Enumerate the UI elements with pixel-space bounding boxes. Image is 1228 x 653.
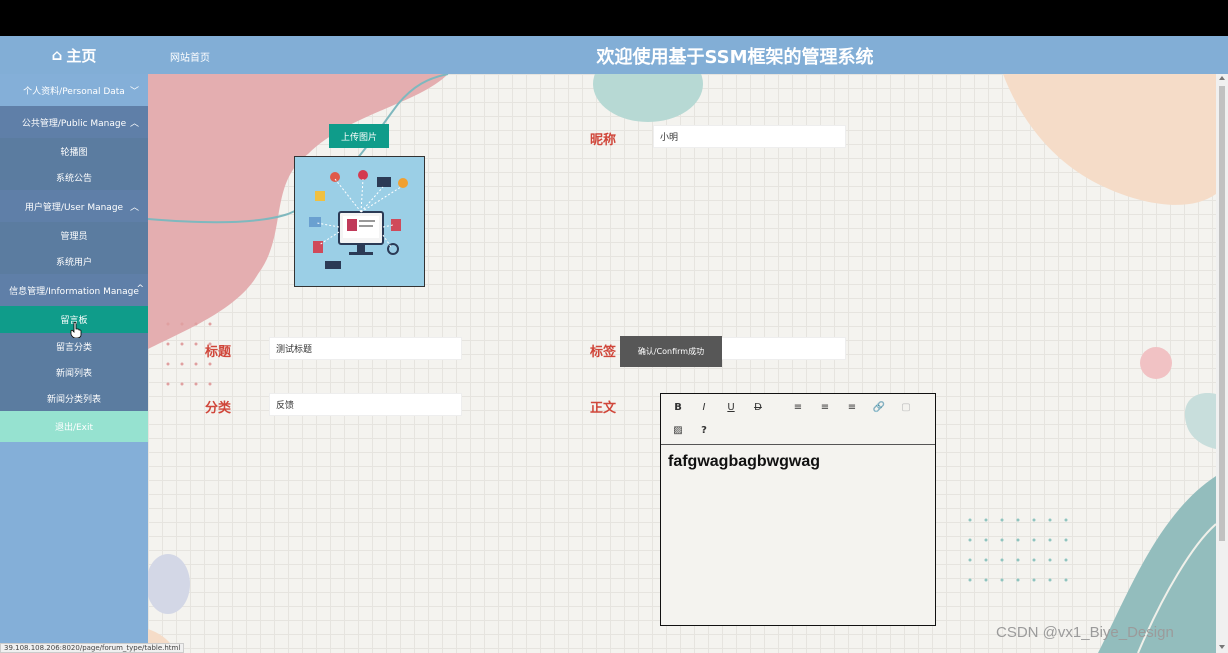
menu-label: 个人资料/Personal Data bbox=[23, 86, 125, 97]
page-scrollbar[interactable] bbox=[1216, 74, 1228, 653]
category-input[interactable]: 反馈 bbox=[269, 393, 462, 416]
top-header: ⌂ 主页 网站首页 欢迎使用基于SSM框架的管理系统 bbox=[0, 36, 1228, 74]
title-input[interactable]: 测试标题 bbox=[269, 337, 462, 360]
align-left-icon[interactable]: ≡ bbox=[791, 401, 805, 415]
chevron-up-icon: ︿ bbox=[129, 203, 139, 213]
sidebar-item-news-list[interactable]: 新闻列表 bbox=[0, 359, 148, 385]
site-home-link[interactable]: 网站首页 bbox=[170, 49, 210, 64]
sidebar-item-admin[interactable]: 管理员 bbox=[0, 222, 148, 248]
sidebar-item-carousel[interactable]: 轮播图 bbox=[0, 138, 148, 164]
home-label: 主页 bbox=[66, 46, 97, 65]
submenu-user: 管理员 系统用户 bbox=[0, 222, 148, 274]
menu-information-manage[interactable]: 信息管理/Information Manage ^ bbox=[0, 274, 148, 306]
chevron-up-icon: ^ bbox=[136, 284, 144, 294]
app-window: ⌂ 主页 网站首页 欢迎使用基于SSM框架的管理系统 个人资料/Personal… bbox=[0, 36, 1228, 653]
nickname-label: 昵称 bbox=[590, 133, 617, 148]
link-icon[interactable]: 🔗 bbox=[872, 401, 886, 415]
underline-button[interactable]: U bbox=[724, 401, 738, 415]
main-content: 上传图片 昵称 小明 标题 测试标题 标签 分类 反馈 正文 B I U D ≡… bbox=[148, 74, 1216, 653]
watermark: CSDN @vx1_Biye_Design bbox=[996, 624, 1174, 641]
chevron-down-icon: ﹀ bbox=[129, 87, 139, 97]
content-label: 正文 bbox=[590, 401, 617, 416]
success-toast: 确认/Confirm成功 bbox=[620, 336, 722, 367]
scroll-down-icon[interactable] bbox=[1219, 645, 1225, 649]
bold-button[interactable]: B bbox=[671, 401, 685, 415]
menu-label: 用户管理/User Manage bbox=[24, 202, 124, 213]
editor-toolbar: B I U D ≡ ≡ ≡ 🔗 ▢ ▨ ? bbox=[661, 394, 935, 445]
hand-cursor-icon bbox=[70, 322, 82, 338]
category-label: 分类 bbox=[205, 401, 232, 416]
sidebar-item-announcement[interactable]: 系统公告 bbox=[0, 164, 148, 190]
home-link[interactable]: ⌂ 主页 bbox=[0, 36, 148, 74]
sidebar-item-news-category-list[interactable]: 新闻分类列表 bbox=[0, 385, 148, 411]
strikethrough-button[interactable]: D bbox=[751, 401, 765, 415]
title-label: 标题 bbox=[205, 345, 232, 360]
align-center-icon[interactable]: ≡ bbox=[818, 401, 832, 415]
page-title: 欢迎使用基于SSM框架的管理系统 bbox=[596, 47, 874, 68]
upload-image-button[interactable]: 上传图片 bbox=[329, 124, 389, 148]
menu-user-manage[interactable]: 用户管理/User Manage ︿ bbox=[0, 190, 148, 222]
ecommerce-illustration-icon bbox=[295, 157, 424, 286]
menu-public-manage[interactable]: 公共管理/Public Manage ︿ bbox=[0, 106, 148, 138]
italic-button[interactable]: I bbox=[697, 401, 711, 415]
scroll-thumb[interactable] bbox=[1219, 86, 1225, 541]
align-right-icon[interactable]: ≡ bbox=[845, 401, 859, 415]
menu-personal-data[interactable]: 个人资料/Personal Data ﹀ bbox=[0, 74, 148, 106]
chevron-up-icon: ︿ bbox=[129, 119, 139, 129]
home-icon: ⌂ bbox=[51, 46, 63, 64]
menu-label: 公共管理/Public Manage bbox=[21, 118, 127, 129]
editor-content[interactable]: fafgwagbagbwgwag bbox=[661, 445, 935, 479]
sidebar-item-users[interactable]: 系统用户 bbox=[0, 248, 148, 274]
status-bar-url: 39.108.108.206:8020/page/forum_type/tabl… bbox=[0, 643, 185, 653]
sidebar: 个人资料/Personal Data ﹀ 公共管理/Public Manage … bbox=[0, 74, 148, 653]
rich-text-editor[interactable]: B I U D ≡ ≡ ≡ 🔗 ▢ ▨ ? fafgwagbagbwgwag bbox=[660, 393, 936, 626]
exit-button[interactable]: 退出/Exit bbox=[0, 411, 148, 442]
image-icon[interactable]: ▨ bbox=[671, 424, 685, 438]
uploaded-image-preview bbox=[294, 156, 425, 287]
help-button[interactable]: ? bbox=[697, 424, 711, 438]
menu-label: 信息管理/Information Manage bbox=[9, 286, 139, 297]
tag-label: 标签 bbox=[590, 345, 617, 360]
scroll-up-icon[interactable] bbox=[1219, 76, 1225, 80]
submenu-public: 轮播图 系统公告 bbox=[0, 138, 148, 190]
unlink-icon[interactable]: ▢ bbox=[899, 401, 913, 415]
nickname-input[interactable]: 小明 bbox=[653, 125, 846, 148]
